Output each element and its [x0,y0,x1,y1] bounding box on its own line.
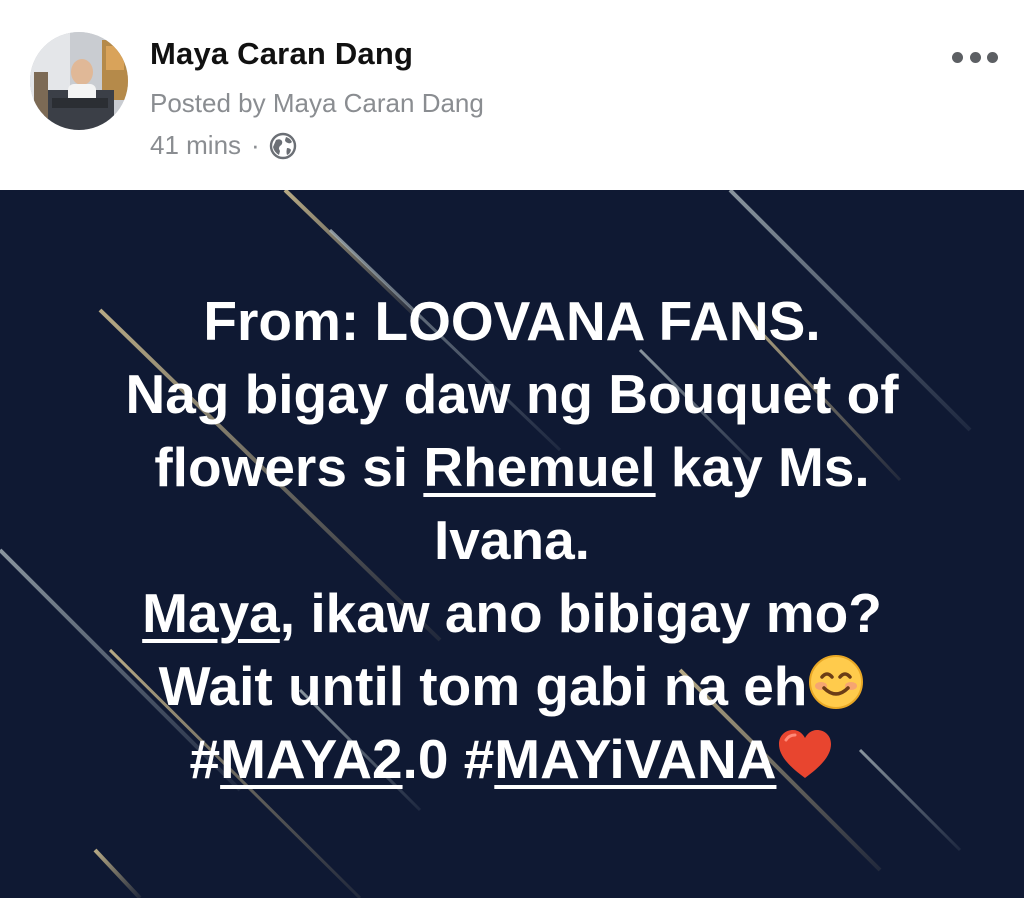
post-header: Maya Caran Dang Posted by Maya Caran Dan… [0,0,1024,190]
avatar[interactable] [30,32,128,130]
author-name[interactable]: Maya Caran Dang [150,36,413,72]
post-line-1: From: LOOVANA FANS. [203,290,821,352]
post-line-2: Nag bigay daw ng Bouquet of [125,363,899,425]
avatar-image [30,32,128,130]
post-meta: 41 mins · [150,130,298,161]
timestamp[interactable]: 41 mins [150,130,241,161]
posted-by-label: Posted by Maya Caran Dang [150,88,484,118]
hashtag-mayivana[interactable]: MAYiVANA [494,728,776,790]
tag-maya[interactable]: Maya [142,582,280,644]
more-options-button[interactable] [952,44,998,70]
more-options-icon [952,51,963,63]
tag-rhemuel[interactable]: Rhemuel [423,436,655,498]
separator: · [251,130,260,160]
post-line-4: Ivana. [434,509,590,571]
post-image[interactable]: From: LOOVANA FANS. Nag bigay daw ng Bou… [0,190,1024,898]
post-line-5: Maya, ikaw ano bibigay mo? [142,582,882,644]
hashtag-maya20[interactable]: MAYA2 [220,728,402,790]
post-line-7: #MAYA2.0 #MAYiVANA [0,723,1024,796]
globe-icon[interactable] [268,131,298,161]
red-heart-emoji [776,726,834,784]
post-text: From: LOOVANA FANS. Nag bigay daw ng Bou… [0,285,1024,796]
post-line-3: flowers si Rhemuel kay Ms. [154,436,870,498]
post-line-6: Wait until tom gabi na eh [0,650,1024,723]
smiling-face-emoji [807,653,865,711]
